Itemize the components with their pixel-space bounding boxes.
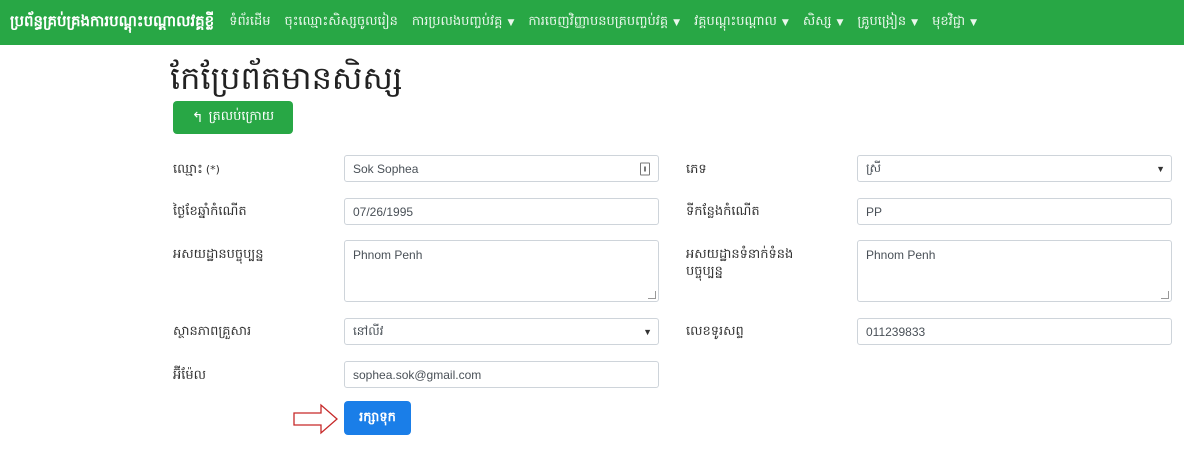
caret-down-icon: ▼ bbox=[836, 17, 844, 28]
nav-exams[interactable]: ការប្រលងបញ្ចប់វគ្គ ▼ bbox=[412, 13, 514, 32]
nav-courses[interactable]: វគ្គបណ្ដុះបណ្ដាល ▼ bbox=[694, 13, 789, 32]
back-button[interactable]: ↰ ត្រលប់ក្រោយ bbox=[173, 101, 293, 134]
contact-address-textarea[interactable]: Phnom Penh bbox=[857, 240, 1172, 302]
dob-input[interactable]: 07/26/1995 bbox=[344, 198, 659, 225]
chevron-down-icon: ▼ bbox=[1156, 163, 1165, 174]
nav-students[interactable]: សិស្ស ▼ bbox=[803, 13, 844, 32]
family-status-select[interactable]: នៅលីវ ▼ bbox=[344, 318, 659, 345]
caret-down-icon: ▼ bbox=[673, 17, 681, 28]
birthplace-input[interactable]: PP bbox=[857, 198, 1172, 225]
save-button[interactable]: រក្សាទុក bbox=[344, 401, 411, 435]
nav-home[interactable]: ទំព័រដើម bbox=[229, 13, 270, 32]
contact-card-icon bbox=[640, 162, 650, 175]
email-label: អ៊ីម៉ែល bbox=[173, 368, 207, 383]
page-title: កែប្រែព័តមានសិស្ស bbox=[170, 59, 403, 97]
family-status-label: ស្ថានភាពគ្រួសារ bbox=[173, 324, 252, 339]
reply-arrow-icon: ↰ bbox=[191, 109, 204, 126]
resize-handle-icon[interactable] bbox=[648, 291, 656, 299]
caret-down-icon: ▼ bbox=[507, 17, 515, 28]
birthplace-label: ទីកន្លែងកំណើត bbox=[686, 204, 760, 219]
name-label: ឈ្មោះ (*) bbox=[173, 162, 220, 177]
dob-label: ថ្ងៃខែឆ្នាំកំណើត bbox=[173, 204, 247, 219]
contact-address-label: អសយដ្ឋានទំនាក់ទំនងបច្ចុប្បន្ន bbox=[686, 247, 794, 279]
phone-label: លេខទូរសព្ទ bbox=[686, 324, 744, 339]
gender-label: ភេទ bbox=[686, 162, 707, 177]
phone-input[interactable]: 011239833 bbox=[857, 318, 1172, 345]
top-navbar: ប្រព័ន្ធគ្រប់គ្រងការបណ្ដុះបណ្ដាលវគ្គខ្លី… bbox=[0, 0, 1184, 45]
caret-down-icon: ▼ bbox=[911, 17, 919, 28]
caret-down-icon: ▼ bbox=[970, 17, 977, 28]
nav-subjects[interactable]: មុខវិជ្ជា ▼ bbox=[932, 13, 977, 32]
pointer-arrow-icon bbox=[293, 403, 338, 435]
name-input[interactable]: Sok Sophea bbox=[344, 155, 659, 182]
back-button-label: ត្រលប់ក្រោយ bbox=[208, 109, 275, 124]
nav-teachers[interactable]: គ្រូបង្រៀន ▼ bbox=[857, 13, 918, 32]
email-input[interactable]: sophea.sok@gmail.com bbox=[344, 361, 659, 388]
current-address-textarea[interactable]: Phnom Penh bbox=[344, 240, 659, 302]
nav-certificates[interactable]: ការចេញវិញ្ញាបនបត្របញ្ចប់វគ្គ ▼ bbox=[528, 13, 680, 32]
app-brand[interactable]: ប្រព័ន្ធគ្រប់គ្រងការបណ្ដុះបណ្ដាលវគ្គខ្លី bbox=[10, 12, 214, 34]
resize-handle-icon[interactable] bbox=[1161, 291, 1169, 299]
current-address-label: អសយដ្ឋានបច្ចុប្បន្ន bbox=[173, 247, 264, 262]
caret-down-icon: ▼ bbox=[781, 17, 789, 28]
required-mark: (*) bbox=[205, 163, 220, 176]
gender-select[interactable]: ស្រី ▼ bbox=[857, 155, 1172, 182]
nav-register[interactable]: ចុះឈ្មោះសិស្សចូលរៀន bbox=[284, 13, 397, 32]
chevron-down-icon: ▼ bbox=[643, 326, 652, 337]
